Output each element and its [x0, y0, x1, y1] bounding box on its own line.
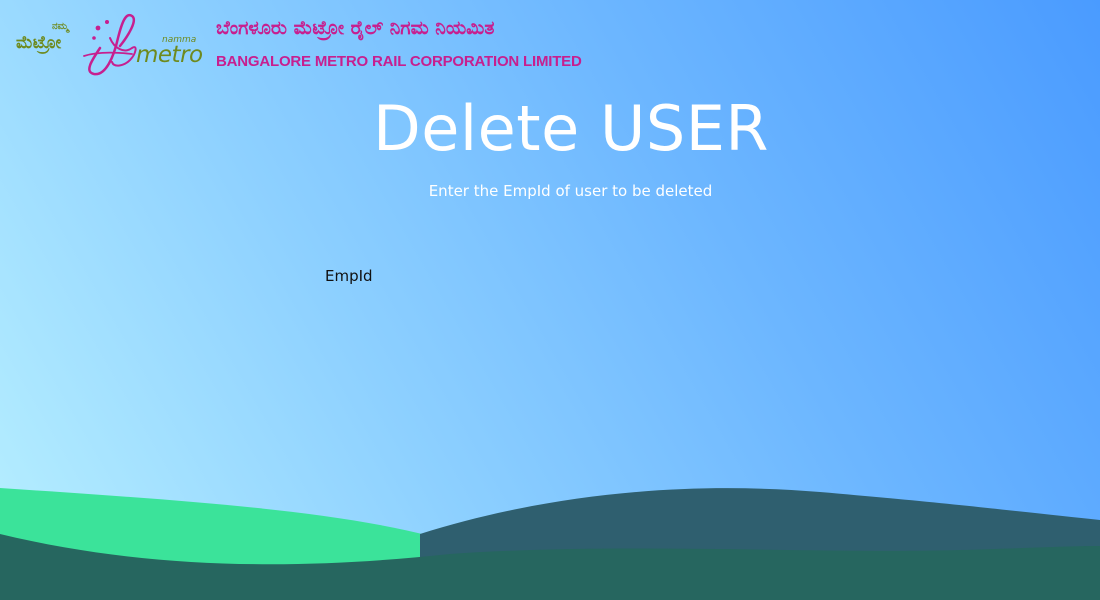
logo-metro-text: metro [136, 42, 203, 68]
background-waves [0, 488, 1100, 600]
namma-metro-logo: ನಮ್ಮ ಮೆಟ್ರೋ namma metro [14, 8, 209, 80]
empid-label: EmpId [325, 267, 373, 285]
page-title: Delete USER [373, 92, 769, 165]
header: ನಮ್ಮ ಮೆಟ್ರೋ namma metro ಬೆಂಗಳೂರು ಮೆಟ್ರೋ … [14, 8, 582, 80]
org-name-kannada: ಬೆಂಗಳೂರು ಮೆಟ್ರೋ ರೈಲ್ ನಿಗಮ ನಿಯಮಿತ [216, 17, 495, 39]
page-subtitle: Enter the EmpId of user to be deleted [428, 182, 713, 200]
empid-input[interactable] [420, 262, 684, 290]
org-name-english: BANGALORE METRO RAIL CORPORATION LIMITED [216, 53, 582, 70]
